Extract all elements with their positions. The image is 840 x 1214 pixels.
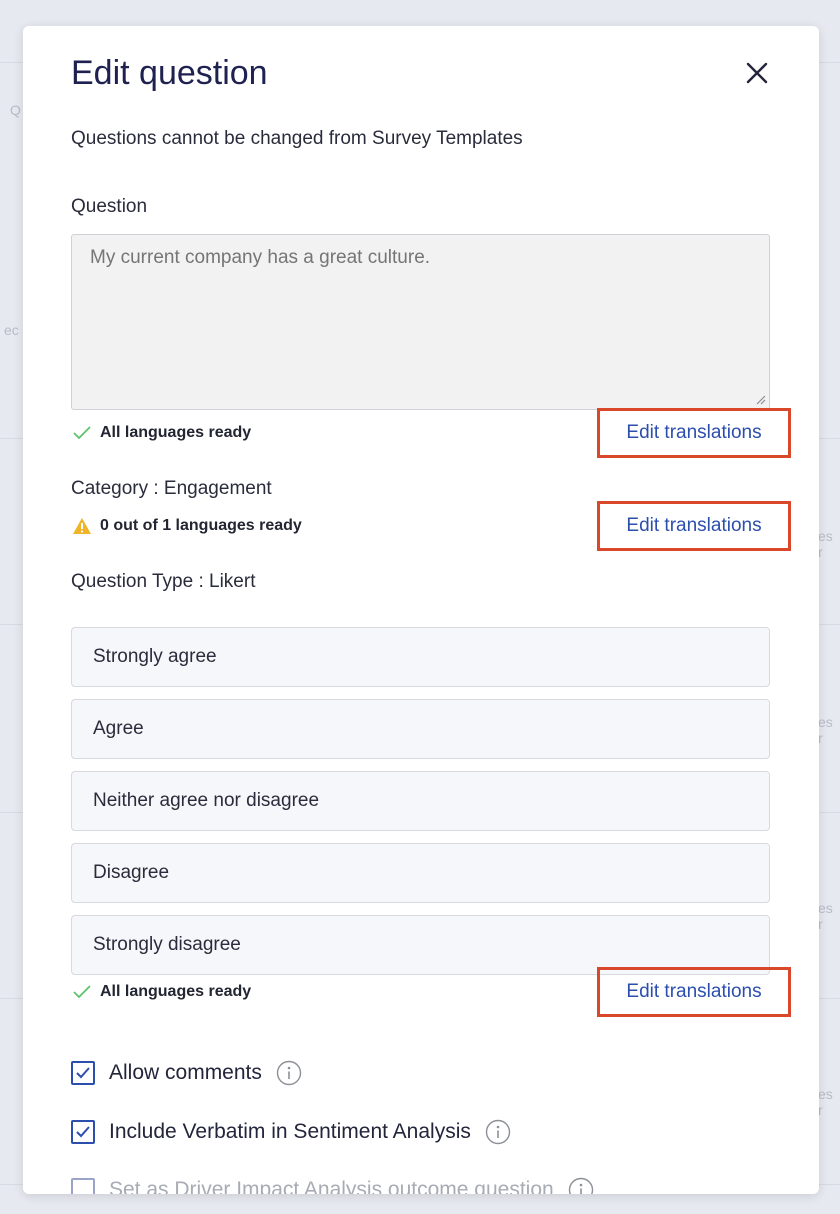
close-button[interactable] xyxy=(744,60,770,86)
likert-option[interactable]: Neither agree nor disagree xyxy=(71,771,770,831)
modal-subtitle: Questions cannot be changed from Survey … xyxy=(71,128,523,149)
edit-translations-question-link[interactable]: Edit translations xyxy=(597,408,791,458)
question-type-label: Question Type : Likert xyxy=(71,571,256,592)
likert-option[interactable]: Strongly agree xyxy=(71,627,770,687)
background-text: ec xyxy=(4,322,19,338)
verbatim-sentiment-label: Include Verbatim in Sentiment Analysis xyxy=(109,1120,471,1143)
likert-option-label: Neither agree nor disagree xyxy=(93,790,320,811)
question-label: Question xyxy=(71,196,148,217)
verbatim-sentiment-setting[interactable]: Include Verbatim in Sentiment Analysis xyxy=(71,1119,511,1145)
status-text: 0 out of 1 languages ready xyxy=(100,517,302,534)
allow-comments-checkbox[interactable] xyxy=(71,1061,95,1085)
likert-option-label: Agree xyxy=(93,718,144,739)
edit-translations-category-link[interactable]: Edit translations xyxy=(597,501,791,551)
background-text: Q xyxy=(10,102,21,118)
likert-option-label: Disagree xyxy=(93,862,170,883)
options-translation-status: All languages ready xyxy=(72,983,251,1001)
status-text: All languages ready xyxy=(100,424,252,441)
category-label: Category : Engagement xyxy=(71,478,272,499)
modal-title: Edit question xyxy=(71,54,268,92)
likert-option-label: Strongly disagree xyxy=(93,934,241,955)
driver-impact-outcome-setting[interactable]: Set as Driver Impact Analysis outcome qu… xyxy=(71,1177,594,1194)
question-translation-status: All languages ready xyxy=(72,424,251,442)
likert-option[interactable]: Disagree xyxy=(71,843,770,903)
background-text: es r xyxy=(818,528,833,560)
edit-question-modal: Edit question Questions cannot be change… xyxy=(23,26,819,1194)
checkmark-icon xyxy=(76,1067,90,1079)
background-text: es r xyxy=(818,900,833,932)
driver-impact-outcome-checkbox[interactable] xyxy=(71,1178,95,1194)
edit-translations-options-link[interactable]: Edit translations xyxy=(597,967,791,1017)
likert-option[interactable]: Agree xyxy=(71,699,770,759)
verbatim-sentiment-checkbox[interactable] xyxy=(71,1120,95,1144)
warning-icon xyxy=(72,517,94,535)
allow-comments-label: Allow comments xyxy=(109,1061,262,1084)
resize-handle-icon[interactable] xyxy=(754,393,766,405)
driver-impact-outcome-label: Set as Driver Impact Analysis outcome qu… xyxy=(109,1178,554,1194)
allow-comments-setting[interactable]: Allow comments xyxy=(71,1060,302,1086)
background-text: es r xyxy=(818,1086,833,1118)
info-icon[interactable] xyxy=(276,1060,302,1086)
likert-option[interactable]: Strongly disagree xyxy=(71,915,770,975)
info-icon[interactable] xyxy=(485,1119,511,1145)
check-icon xyxy=(72,983,94,1001)
info-icon[interactable] xyxy=(568,1177,594,1194)
close-icon xyxy=(746,62,768,84)
status-text: All languages ready xyxy=(100,983,252,1000)
category-translation-status: 0 out of 1 languages ready xyxy=(72,517,302,535)
background-text: es r xyxy=(818,714,833,746)
likert-option-label: Strongly agree xyxy=(93,646,217,667)
checkmark-icon xyxy=(76,1126,90,1138)
check-icon xyxy=(72,424,94,442)
question-textarea[interactable] xyxy=(71,234,770,410)
